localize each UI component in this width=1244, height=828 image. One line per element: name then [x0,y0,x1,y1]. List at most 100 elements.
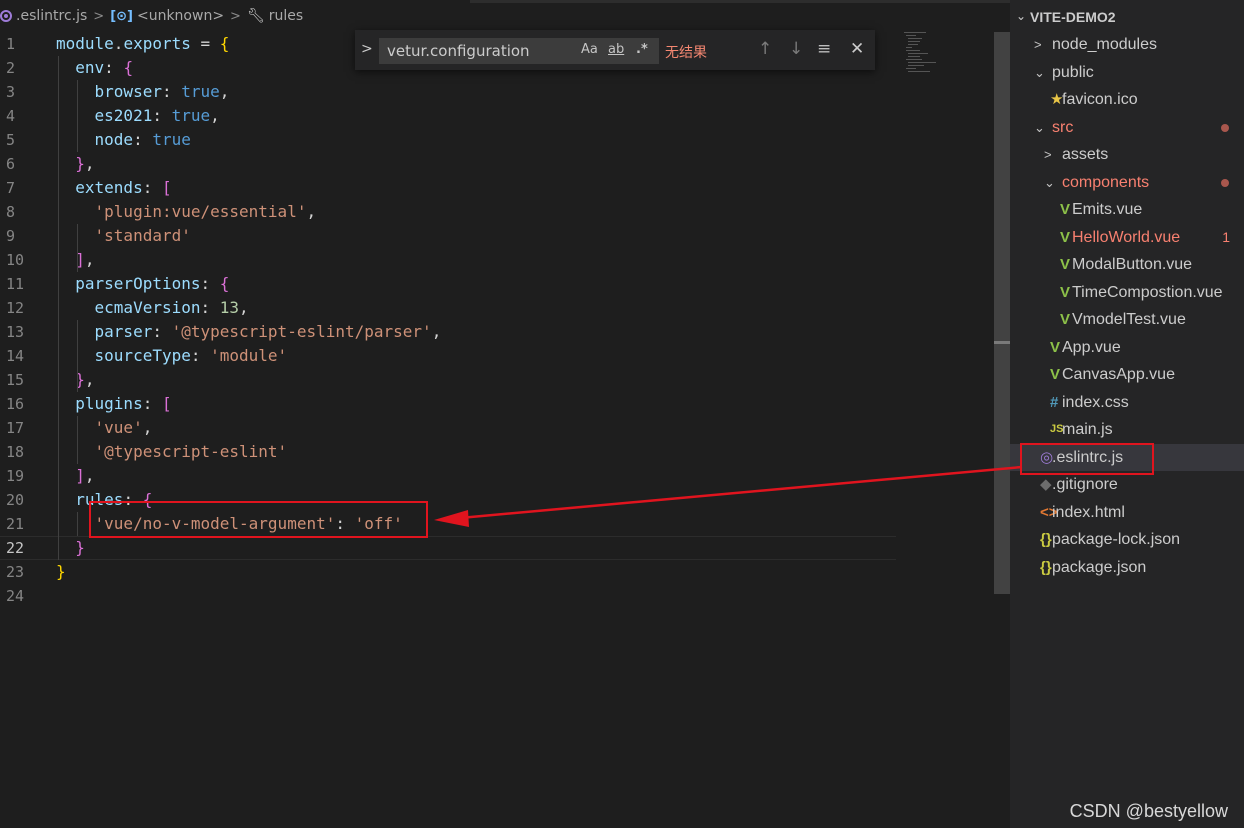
minimap-line [908,56,920,57]
line-number: 16 [6,395,25,413]
code-text: 'vue', [56,416,153,440]
tree-item-label: components [1062,173,1150,191]
match-case-button[interactable]: Aa [581,42,598,57]
regex-button[interactable]: .* [636,42,648,57]
code-token: , [239,298,249,317]
code-line[interactable]: 10 ], [0,248,896,272]
code-line[interactable]: 3 browser: true, [0,80,896,104]
tree-item[interactable]: V VmodelTest.vue [1010,306,1244,333]
minimap-line [908,62,936,63]
code-line[interactable]: 22 } [0,536,896,560]
tree-item[interactable]: V App.vue [1010,334,1244,361]
line-number: 7 [6,179,16,197]
chevron-down-icon: ⌄ [1044,174,1055,190]
tree-item[interactable]: # index.css [1010,389,1244,416]
code-line[interactable]: 14 sourceType: 'module' [0,344,896,368]
code-line[interactable]: 16 plugins: [ [0,392,896,416]
code-line[interactable]: 18 '@typescript-eslint' [0,440,896,464]
indent-guide [77,224,78,272]
code-line[interactable]: 13 parser: '@typescript-eslint/parser', [0,320,896,344]
code-token: : [152,106,172,125]
toggle-replace-button[interactable]: > [361,41,373,57]
minimap-line [906,47,912,48]
chevron-down-icon: ⌄ [1034,119,1045,135]
code-token: , [142,418,153,437]
code-line[interactable]: 11 parserOptions: { [0,272,896,296]
line-number: 2 [6,59,16,77]
tree-item[interactable]: <> index.html [1010,499,1244,526]
code-line[interactable]: 6 }, [0,152,896,176]
tree-item[interactable]: ⌄ src [1010,114,1244,141]
breadcrumb-property[interactable]: 🔧︎ rules [247,8,303,24]
tree-item[interactable]: > assets [1010,141,1244,168]
line-number: 3 [6,83,16,101]
code-token: true [181,82,220,101]
code-line[interactable]: 8 'plugin:vue/essential', [0,200,896,224]
tree-item-label: TimeCompostion.vue [1072,283,1223,301]
vue-icon: V [1060,228,1071,246]
tree-item-label: main.js [1062,421,1113,438]
tree-item[interactable]: V ModalButton.vue [1010,251,1244,278]
indent-guide [77,80,78,152]
find-in-selection-icon[interactable]: ≡ [817,39,831,59]
editor-scrollbar-thumb[interactable] [994,32,1010,594]
code-token: } [75,538,85,557]
tree-item[interactable]: {} package-lock.json [1010,526,1244,553]
code-token: : [190,346,211,365]
chevron-down-icon[interactable]: ⌄ [1016,9,1026,23]
code-token: , [219,82,230,101]
next-match-icon[interactable]: ↓ [789,39,803,59]
code-token: , [84,370,95,389]
code-line[interactable]: 23} [0,560,896,584]
code-line[interactable]: 15 }, [0,368,896,392]
breadcrumb-symbol-label: <unknown> [136,8,225,24]
vue-icon: V [1050,366,1061,383]
tree-item[interactable]: V Emits.vue [1010,196,1244,223]
code-token: plugins [75,394,143,413]
explorer-title[interactable]: VITE-DEMO2 [1030,9,1116,25]
breadcrumb-file[interactable]: .eslintrc.js [0,8,87,24]
code-line[interactable]: 7 extends: [ [0,176,896,200]
code-line[interactable]: 4 es2021: true, [0,104,896,128]
code-line[interactable]: 19 ], [0,464,896,488]
code-token: : [161,82,182,101]
tree-item[interactable]: JS main.js [1010,416,1244,443]
code-token: es2021 [94,106,153,125]
chevron-right-icon: > [1034,37,1042,52]
code-text: extends: [ [56,176,171,200]
tree-item[interactable]: ⌄ components [1010,169,1244,196]
tree-item[interactable]: {} package.json [1010,554,1244,581]
code-editor[interactable]: 1 module.exports = {2 env: {3 browser: tr… [0,32,1010,828]
code-line[interactable]: 17 'vue', [0,416,896,440]
code-token: , [431,322,442,341]
close-icon[interactable]: ✕ [850,39,864,59]
code-text: parser: '@typescript-eslint/parser', [56,320,442,344]
code-line[interactable]: 9 'standard' [0,224,896,248]
minimap-line [908,41,920,42]
minimap[interactable] [900,30,950,80]
code-line[interactable]: 12 ecmaVersion: 13, [0,296,896,320]
whole-word-button[interactable]: ab [608,42,624,57]
tree-item[interactable]: V TimeCompostion.vue [1010,279,1244,306]
breadcrumb-symbol[interactable]: [⊙] <unknown> [110,8,224,24]
code-line[interactable]: 24 [0,584,896,608]
code-text: browser: true, [56,80,230,104]
tree-item[interactable]: > node_modules [1010,31,1244,58]
line-number: 4 [6,107,16,125]
previous-match-icon[interactable]: ↑ [758,39,772,59]
tree-item[interactable]: V CanvasApp.vue [1010,361,1244,388]
line-number: 10 [6,251,25,269]
tree-item[interactable]: ★ favicon.ico [1010,86,1244,113]
tree-item[interactable]: V HelloWorld.vue 1 [1010,224,1244,251]
tree-item-label: VmodelTest.vue [1072,311,1186,328]
code-line[interactable]: 5 node: true [0,128,896,152]
json-icon: {} [1040,531,1052,548]
tree-item[interactable]: ◆ .gitignore [1010,471,1244,498]
code-text: } [56,536,85,560]
tree-item[interactable]: ⌄ public [1010,59,1244,86]
